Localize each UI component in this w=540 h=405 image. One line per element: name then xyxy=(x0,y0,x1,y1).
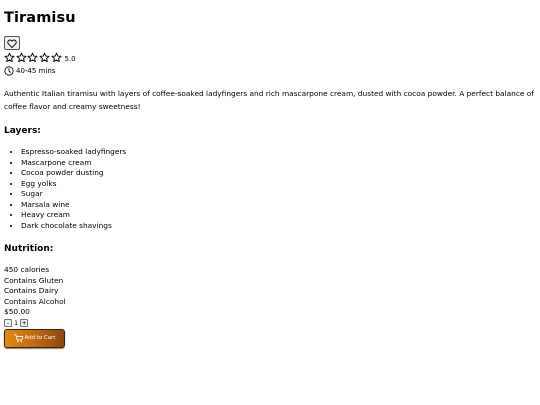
page-title: Tiramisu xyxy=(4,10,76,26)
heart-icon xyxy=(7,39,17,48)
layers-list: Espresso-soaked ladyfingers Mascarpone c… xyxy=(4,147,540,231)
cart-icon xyxy=(13,333,23,342)
prep-time: 40-45 mins xyxy=(4,65,540,76)
star-icon xyxy=(16,52,27,62)
quantity-value: 1 xyxy=(14,319,19,327)
quantity-stepper: - 1 + xyxy=(4,319,540,328)
star-icon xyxy=(39,52,50,62)
decrement-button[interactable]: - xyxy=(4,319,12,327)
nutrition-item: Contains Gluten xyxy=(4,275,64,285)
star-icon xyxy=(27,52,38,62)
add-to-cart-label: Add to Cart xyxy=(24,335,56,341)
list-item: Mascarpone cream xyxy=(21,158,540,169)
clock-icon xyxy=(4,65,14,76)
increment-button[interactable]: + xyxy=(20,319,29,327)
add-to-cart-button[interactable]: Add to Cart xyxy=(4,328,65,348)
price: $50.00 xyxy=(4,307,30,316)
recipe-description: Authentic Italian tiramisu with layers o… xyxy=(4,89,534,111)
nutrition-item: Contains Alcohol xyxy=(4,296,66,306)
layers-heading: Layers: xyxy=(4,126,41,136)
nutrition-heading: Nutrition: xyxy=(4,244,54,254)
favorite-button[interactable] xyxy=(4,36,20,50)
rating: 5.0 xyxy=(4,51,540,63)
list-item: Dark chocolate shavings xyxy=(21,221,540,232)
nutrition-item: Contains Dairy xyxy=(4,286,59,295)
list-item: Marsala wine xyxy=(21,200,540,211)
star-icon xyxy=(4,52,15,62)
list-item: Cocoa powder dusting xyxy=(21,168,540,179)
list-item: Heavy cream xyxy=(21,210,540,221)
list-item: Sugar xyxy=(21,189,540,200)
nutrition-item: 450 calories xyxy=(4,265,50,274)
rating-value: 5.0 xyxy=(64,54,76,63)
list-item: Egg yolks xyxy=(21,179,540,190)
recipe-page: Tiramisu 5.0 40-45 mins Authentic Italia… xyxy=(0,0,540,348)
prep-time-label: 40-45 mins xyxy=(16,67,56,75)
list-item: Espresso-soaked ladyfingers xyxy=(21,147,540,158)
star-icon xyxy=(51,52,62,62)
nutrition-list: 450 calories Contains Gluten Contains Da… xyxy=(4,265,540,307)
